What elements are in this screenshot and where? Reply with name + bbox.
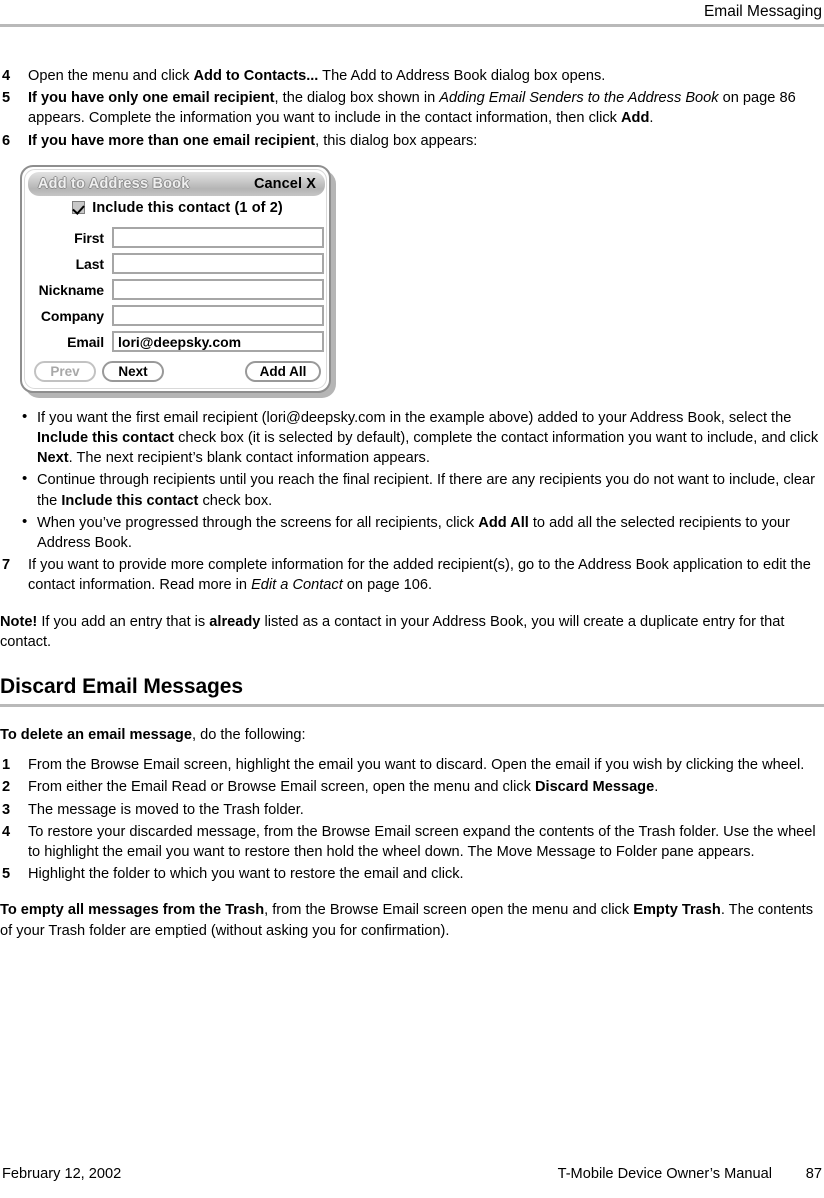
list-item: 4 To restore your discarded message, fro… bbox=[0, 822, 824, 862]
list-item: • When you’ve progressed through the scr… bbox=[0, 513, 824, 553]
include-contact-label: Include this contact (1 of 2) bbox=[92, 199, 283, 216]
prev-button[interactable]: Prev bbox=[34, 360, 96, 382]
step-number: 5 bbox=[2, 90, 11, 107]
field-label-first: First bbox=[74, 229, 104, 246]
list-item: 5 If you have only one email recipient, … bbox=[0, 88, 824, 128]
bullet-text: When you’ve progressed through the scree… bbox=[37, 514, 791, 552]
list-item: 3 The message is moved to the Trash fold… bbox=[0, 800, 824, 820]
bullet-text: If you want the first email recipient (l… bbox=[37, 409, 819, 467]
add-to-address-book-dialog: Add to Address Book Cancel X Include thi… bbox=[20, 164, 331, 393]
step-number: 3 bbox=[2, 801, 11, 818]
bullet-dot-icon: • bbox=[22, 470, 28, 488]
step-number: 7 bbox=[2, 557, 11, 574]
numbered-steps-seven: 7 If you want to provide more complete i… bbox=[0, 555, 824, 595]
section-intro-paragraph: To delete an email message, do the follo… bbox=[0, 725, 824, 745]
dialog-button-row: Prev Next Add All bbox=[22, 360, 329, 383]
section-outro-paragraph: To empty all messages from the Trash, fr… bbox=[0, 900, 824, 940]
field-label-last: Last bbox=[75, 255, 104, 272]
step-text: From the Browse Email screen, highlight … bbox=[28, 757, 805, 774]
step-number: 5 bbox=[2, 866, 11, 883]
step-text: From either the Email Read or Browse Ema… bbox=[28, 779, 659, 796]
include-contact-row[interactable]: Include this contact (1 of 2) bbox=[22, 199, 329, 216]
company-input[interactable] bbox=[112, 305, 324, 327]
dialog-titlebar: Add to Address Book Cancel X bbox=[28, 171, 325, 196]
step-text: If you have only one email recipient, th… bbox=[28, 90, 796, 127]
step-number: 4 bbox=[2, 823, 11, 840]
list-item: 2 From either the Email Read or Browse E… bbox=[0, 777, 824, 797]
step-number: 1 bbox=[2, 757, 11, 774]
list-item: 7 If you want to provide more complete i… bbox=[0, 555, 824, 595]
field-row-nickname[interactable]: Nickname bbox=[32, 279, 324, 301]
section-heading-discard-email-messages: Discard Email Messages bbox=[0, 675, 243, 699]
section-intro-text: To delete an email message, do the follo… bbox=[0, 727, 306, 744]
note-text: Note! If you add an entry that is alread… bbox=[0, 613, 785, 650]
footer-date: February 12, 2002 bbox=[2, 1166, 122, 1182]
note-paragraph: Note! If you add an entry that is alread… bbox=[0, 612, 824, 652]
step-text: If you have more than one email recipien… bbox=[28, 132, 478, 149]
page-content: 4 Open the menu and click Add to Contact… bbox=[0, 66, 824, 941]
dialog-title: Add to Address Book bbox=[38, 175, 190, 192]
section-outro-text: To empty all messages from the Trash, fr… bbox=[0, 902, 814, 939]
cancel-button[interactable]: Cancel X bbox=[254, 176, 316, 192]
list-item: • If you want the first email recipient … bbox=[0, 408, 824, 469]
field-label-nickname: Nickname bbox=[38, 281, 104, 298]
step-text: The message is moved to the Trash folder… bbox=[28, 801, 304, 818]
header-divider bbox=[0, 24, 824, 27]
step-text: To restore your discarded message, from … bbox=[28, 823, 816, 861]
field-row-email[interactable]: Email lori@deepsky.com bbox=[32, 331, 324, 353]
bullet-list: • If you want the first email recipient … bbox=[0, 408, 824, 553]
field-row-first[interactable]: First bbox=[32, 227, 324, 249]
numbered-steps-top: 4 Open the menu and click Add to Contact… bbox=[0, 66, 824, 151]
include-contact-checkbox[interactable] bbox=[72, 201, 86, 215]
list-item: 4 Open the menu and click Add to Contact… bbox=[0, 66, 824, 86]
add-all-button[interactable]: Add All bbox=[245, 360, 321, 382]
step-number: 4 bbox=[2, 68, 11, 84]
email-input[interactable]: lori@deepsky.com bbox=[112, 331, 324, 353]
first-name-input[interactable] bbox=[112, 227, 324, 249]
footer-page-number: 87 bbox=[805, 1166, 822, 1182]
running-head: Email Messaging bbox=[703, 3, 822, 20]
next-button[interactable]: Next bbox=[102, 360, 164, 382]
bullet-dot-icon: • bbox=[22, 512, 28, 530]
last-name-input[interactable] bbox=[112, 253, 324, 275]
page-header: Email Messaging bbox=[0, 0, 824, 26]
footer-manual-title: T-Mobile Device Owner’s Manual bbox=[557, 1166, 772, 1182]
list-item: 5 Highlight the folder to which you want… bbox=[0, 864, 824, 884]
step-text: Open the menu and click Add to Contacts.… bbox=[28, 68, 606, 84]
field-label-company: Company bbox=[40, 307, 104, 324]
list-item: • Continue through recipients until you … bbox=[0, 470, 824, 510]
step-number: 2 bbox=[2, 779, 11, 796]
step-number: 6 bbox=[2, 132, 11, 149]
add-to-address-book-dialog-figure: Add to Address Book Cancel X Include thi… bbox=[20, 164, 336, 398]
bullet-dot-icon: • bbox=[22, 407, 28, 425]
list-item: 1 From the Browse Email screen, highligh… bbox=[0, 755, 824, 775]
numbered-steps-discard: 1 From the Browse Email screen, highligh… bbox=[0, 755, 824, 884]
field-row-last[interactable]: Last bbox=[32, 253, 324, 275]
page-footer: February 12, 2002 T-Mobile Device Owner’… bbox=[0, 1166, 824, 1188]
list-item: 6 If you have more than one email recipi… bbox=[0, 131, 824, 151]
step-text: Highlight the folder to which you want t… bbox=[28, 866, 464, 883]
step-text: If you want to provide more complete inf… bbox=[28, 557, 811, 594]
field-label-email: Email bbox=[67, 333, 104, 350]
bullet-text: Continue through recipients until you re… bbox=[37, 472, 815, 509]
nickname-input[interactable] bbox=[112, 279, 324, 301]
field-row-company[interactable]: Company bbox=[32, 305, 324, 327]
